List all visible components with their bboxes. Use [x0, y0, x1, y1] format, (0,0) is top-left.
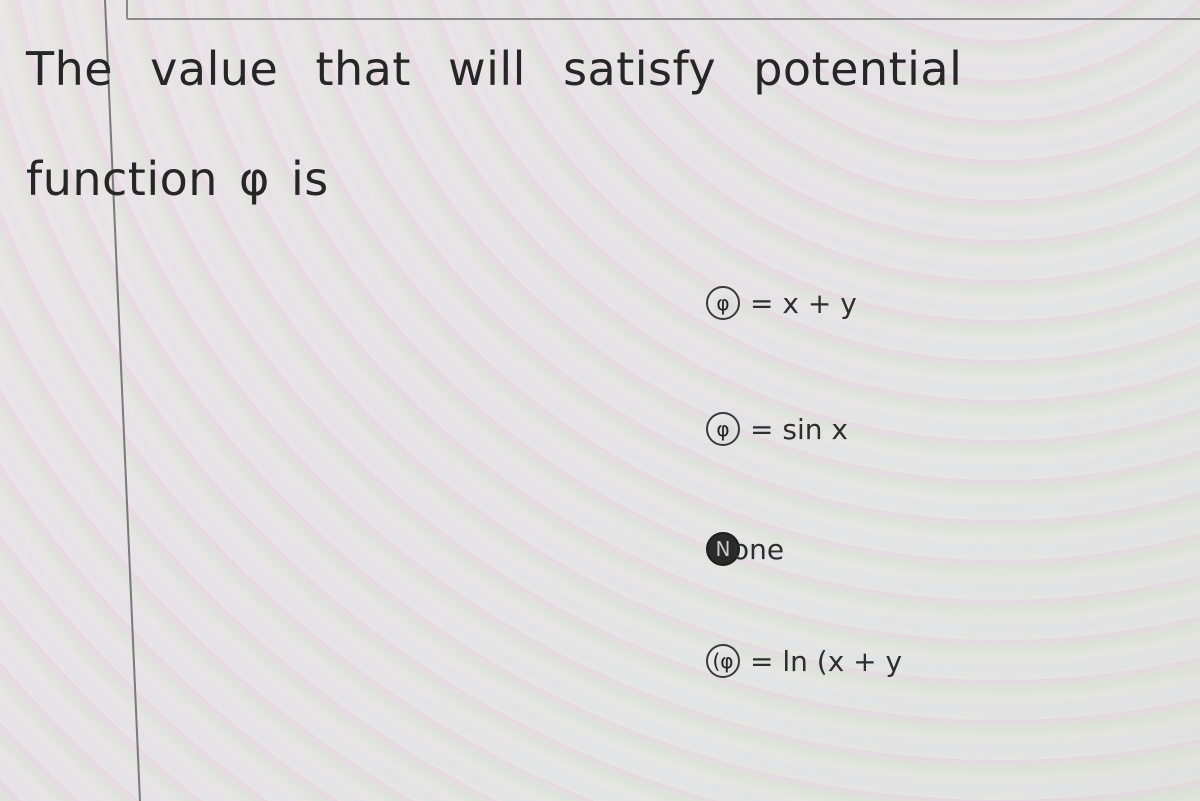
- option-sin-x[interactable]: φ = sin x: [706, 412, 848, 446]
- radio-button[interactable]: φ: [706, 412, 740, 446]
- question-text-line-1: The value that will satisfy potential: [26, 42, 963, 96]
- phi-glyph: (φ: [712, 649, 734, 673]
- letter-n-glyph: N: [715, 537, 731, 561]
- option-x-plus-y[interactable]: φ = x + y: [706, 286, 857, 320]
- option-label: = x + y: [750, 286, 857, 320]
- question-text-line-2: function φ is: [26, 152, 329, 206]
- phi-glyph: φ: [716, 417, 730, 441]
- option-label: = sin x: [750, 412, 848, 446]
- radio-button[interactable]: φ: [706, 286, 740, 320]
- phi-glyph: φ: [716, 291, 730, 315]
- option-ln-x-plus-y[interactable]: (φ = ln (x + y: [706, 644, 902, 678]
- option-label: one: [732, 532, 785, 566]
- option-label: = ln (x + y: [750, 644, 903, 678]
- left-border-line: [104, 0, 141, 801]
- radio-button[interactable]: (φ: [706, 644, 740, 678]
- option-none[interactable]: N one: [706, 532, 784, 566]
- screen-moire-overlay: [0, 0, 1200, 801]
- previous-answer-box: [126, 0, 1200, 20]
